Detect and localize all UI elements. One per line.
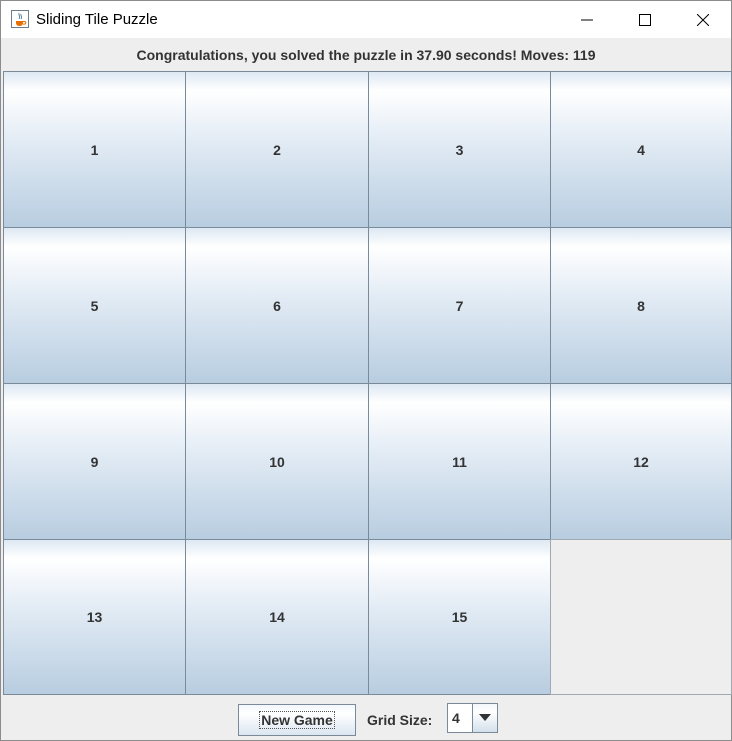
- grid-size-select[interactable]: 4: [447, 703, 498, 733]
- tile-11[interactable]: 11: [368, 383, 551, 540]
- tile-8[interactable]: 8: [550, 227, 732, 384]
- status-message: Congratulations, you solved the puzzle i…: [136, 47, 596, 63]
- tile-7[interactable]: 7: [368, 227, 551, 384]
- app-window: Sliding Tile Puzzle Congratulations, you…: [0, 0, 732, 741]
- close-button[interactable]: [674, 1, 732, 38]
- dropdown-toggle[interactable]: [472, 704, 497, 732]
- tile-1[interactable]: 1: [3, 71, 186, 228]
- minimize-icon: [581, 19, 593, 20]
- new-game-button[interactable]: New Game: [238, 704, 356, 736]
- tile-2[interactable]: 2: [185, 71, 369, 228]
- tile-3[interactable]: 3: [368, 71, 551, 228]
- control-bar: New Game Grid Size: 4: [1, 697, 731, 741]
- tile-9[interactable]: 9: [3, 383, 186, 540]
- java-cup-icon: [11, 10, 29, 28]
- maximize-button[interactable]: [616, 1, 674, 38]
- puzzle-board: 1 2 3 4 5 6 7 8 9 10 11 12 13 14 15: [3, 71, 732, 695]
- tile-12[interactable]: 12: [550, 383, 732, 540]
- close-icon: [697, 13, 709, 26]
- tile-4[interactable]: 4: [550, 71, 732, 228]
- tile-6[interactable]: 6: [185, 227, 369, 384]
- empty-slot: [550, 539, 732, 695]
- tile-5[interactable]: 5: [3, 227, 186, 384]
- tile-13[interactable]: 13: [3, 539, 186, 695]
- title-bar[interactable]: Sliding Tile Puzzle: [1, 1, 731, 38]
- new-game-label: New Game: [259, 711, 335, 729]
- window-title: Sliding Tile Puzzle: [36, 11, 158, 28]
- grid-size-value: 4: [452, 710, 460, 726]
- chevron-down-icon: [479, 714, 491, 721]
- maximize-icon: [639, 13, 651, 26]
- tile-14[interactable]: 14: [185, 539, 369, 695]
- tile-15[interactable]: 15: [368, 539, 551, 695]
- minimize-button[interactable]: [558, 1, 616, 38]
- grid-size-label: Grid Size:: [367, 712, 433, 728]
- tile-10[interactable]: 10: [185, 383, 369, 540]
